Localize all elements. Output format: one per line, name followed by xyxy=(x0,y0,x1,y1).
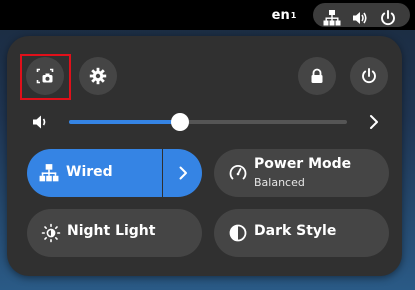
chevron-right-icon[interactable] xyxy=(365,113,383,131)
chevron-right-icon xyxy=(179,166,187,180)
keyboard-layout-index: 1 xyxy=(290,10,297,20)
top-bar: en 1 xyxy=(0,0,415,30)
power-mode-toggle[interactable]: Power Mode Balanced xyxy=(214,149,389,197)
night-light-toggle[interactable]: Night Light xyxy=(27,209,202,257)
night-light-icon xyxy=(41,223,61,243)
volume-slider-track[interactable] xyxy=(69,120,347,124)
keyboard-layout-label: en xyxy=(271,7,290,23)
dark-style-label: Dark Style xyxy=(254,223,337,239)
wired-label: Wired xyxy=(66,164,113,180)
screenshot-button-highlight xyxy=(20,54,71,100)
lock-icon xyxy=(311,68,323,83)
network-wired-icon xyxy=(323,10,341,26)
power-icon xyxy=(362,68,376,84)
volume-slider-fill xyxy=(69,120,180,124)
volume-icon xyxy=(353,12,367,24)
gear-icon xyxy=(89,67,107,85)
power-mode-icon xyxy=(229,165,247,180)
power-icon xyxy=(381,10,395,26)
wired-toggle[interactable]: Wired xyxy=(27,149,162,197)
power-mode-subtitle: Balanced xyxy=(254,176,305,189)
power-off-button[interactable] xyxy=(350,57,388,95)
power-mode-label: Power Mode xyxy=(254,156,352,172)
volume-slider-knob[interactable] xyxy=(171,113,189,131)
network-wired-icon xyxy=(39,164,59,182)
system-menu-button[interactable] xyxy=(313,3,410,27)
lock-button[interactable] xyxy=(298,57,336,95)
settings-button[interactable] xyxy=(79,57,117,95)
volume-icon xyxy=(33,115,46,129)
night-light-label: Night Light xyxy=(67,223,156,239)
keyboard-layout-indicator[interactable]: en 1 xyxy=(262,0,306,30)
dark-style-toggle[interactable]: Dark Style xyxy=(214,209,389,257)
dark-style-icon xyxy=(229,224,247,242)
